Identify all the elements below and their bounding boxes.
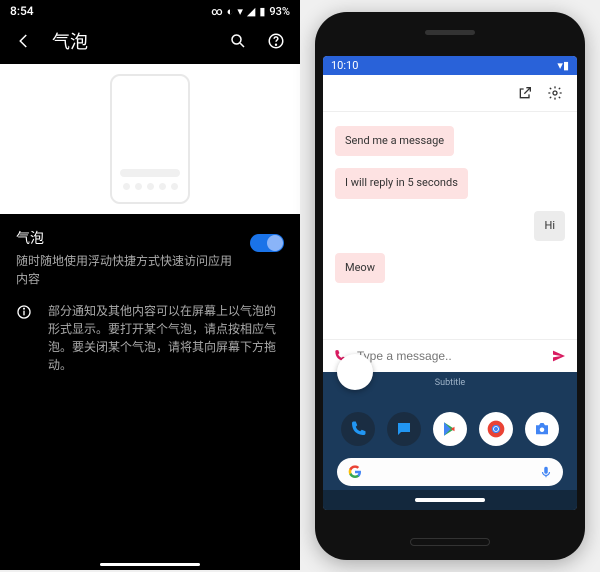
info-icon [16, 304, 34, 320]
signal-icon: ◢ [247, 5, 255, 18]
bubbles-toggle-switch[interactable] [250, 234, 284, 252]
google-logo-icon [347, 464, 363, 480]
search-icon[interactable] [228, 31, 248, 51]
nav-pill[interactable] [415, 498, 485, 502]
chat-message[interactable]: Meow [335, 253, 385, 283]
status-time: 8:54 [10, 4, 34, 18]
info-text: 部分通知及其他内容可以在屏幕上以气泡的形式显示。要打开某个气泡，请点按相应气泡。… [48, 302, 284, 374]
bubbles-toggle-text: 气泡 随时随地使用浮动快捷方式快速访问应用内容 [16, 228, 238, 288]
mock-phone-illustration [110, 74, 190, 204]
status-icons: ∞ ◐ ▾ ◢ ▮ 93% [211, 5, 290, 18]
battery-pct: 93% [269, 5, 290, 18]
status-bar: 8:54 ∞ ◐ ▾ ◢ ▮ 93% [0, 0, 300, 18]
wifi-icon: ▾ [237, 5, 243, 18]
illustration-card [0, 64, 300, 214]
chat-body[interactable]: Send me a message I will reply in 5 seco… [323, 112, 577, 339]
chat-message[interactable]: I will reply in 5 seconds [335, 168, 468, 198]
chat-message[interactable]: Send me a message [335, 126, 454, 156]
send-icon[interactable] [551, 348, 567, 364]
status-icons: ▾▮ [557, 59, 569, 72]
chat-bubble-head[interactable] [337, 354, 373, 390]
setting-desc: 随时随地使用浮动快捷方式快速访问应用内容 [16, 252, 238, 288]
device-chin [410, 538, 490, 546]
earpiece [425, 30, 475, 35]
battery-icon: ▮ [259, 5, 265, 18]
app-bar: 气泡 [0, 18, 300, 64]
gear-icon[interactable] [547, 85, 563, 101]
gesture-nav-handle[interactable] [100, 563, 200, 566]
home-screen: Subtitle [323, 372, 577, 510]
message-input[interactable] [357, 349, 541, 363]
gesture-nav-bar[interactable] [323, 490, 577, 510]
play-store-icon[interactable] [433, 412, 467, 446]
settings-screen: 8:54 ∞ ◐ ▾ ◢ ▮ 93% 气泡 气泡 [0, 0, 300, 570]
dnd-icon: ∞ [211, 5, 222, 18]
bubble-subtitle: Subtitle [435, 378, 465, 388]
google-search-bar[interactable] [337, 458, 563, 486]
chat-header [323, 75, 577, 112]
open-in-new-icon[interactable] [517, 85, 533, 101]
status-bar: 10:10 ▾▮ [323, 56, 577, 75]
vibrate-icon: ◐ [227, 5, 234, 18]
phone-preview-panel: 10:10 ▾▮ Send me a message I will reply … [300, 0, 600, 572]
app-dock [323, 402, 577, 452]
chrome-icon[interactable] [479, 412, 513, 446]
help-icon[interactable] [266, 31, 286, 51]
page-title: 气泡 [52, 28, 210, 54]
bubbles-toggle-row[interactable]: 气泡 随时随地使用浮动快捷方式快速访问应用内容 [0, 214, 300, 302]
device-screen: 10:10 ▾▮ Send me a message I will reply … [323, 56, 577, 510]
camera-icon[interactable] [525, 412, 559, 446]
messages-app-icon[interactable] [387, 412, 421, 446]
back-icon[interactable] [14, 31, 34, 51]
phone-app-icon[interactable] [341, 412, 375, 446]
device-frame: 10:10 ▾▮ Send me a message I will reply … [315, 12, 585, 560]
mic-icon[interactable] [539, 465, 553, 479]
setting-title: 气泡 [16, 228, 238, 248]
info-row: 部分通知及其他内容可以在屏幕上以气泡的形式显示。要打开某个气泡，请点按相应气泡。… [0, 302, 300, 388]
status-time: 10:10 [331, 59, 358, 72]
chat-message[interactable]: Hi [534, 211, 565, 241]
